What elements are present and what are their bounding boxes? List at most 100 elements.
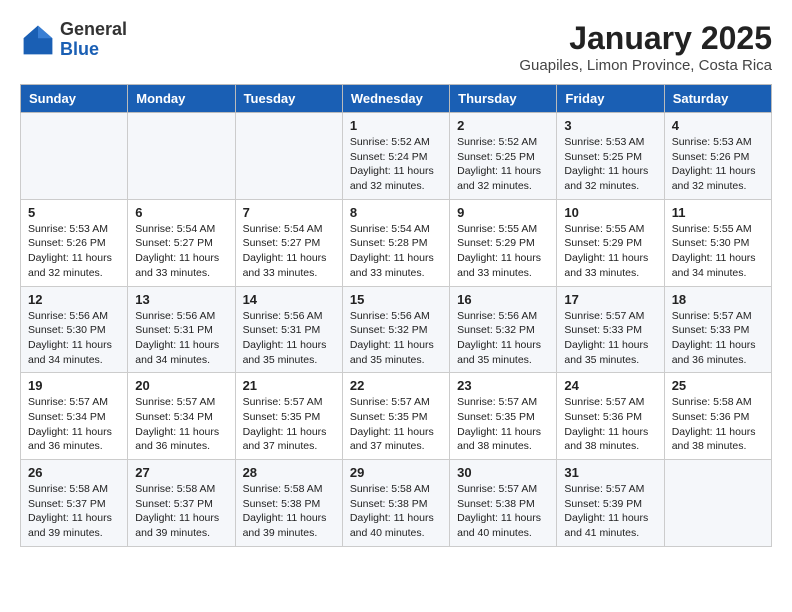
calendar-cell: 4 Sunrise: 5:53 AMSunset: 5:26 PMDaylight… <box>664 113 771 200</box>
title-block: January 2025 Guapiles, Limon Province, C… <box>519 20 772 74</box>
day-info: Sunrise: 5:57 AMSunset: 5:35 PMDaylight:… <box>350 395 442 454</box>
day-info: Sunrise: 5:57 AMSunset: 5:35 PMDaylight:… <box>243 395 335 454</box>
day-number: 1 <box>350 118 442 133</box>
weekday-header-friday: Friday <box>557 85 664 113</box>
logo: General Blue <box>20 20 127 60</box>
day-number: 6 <box>135 205 227 220</box>
calendar-cell: 18 Sunrise: 5:57 AMSunset: 5:33 PMDayligh… <box>664 286 771 373</box>
day-info: Sunrise: 5:58 AMSunset: 5:36 PMDaylight:… <box>672 395 764 454</box>
day-number: 10 <box>564 205 656 220</box>
logo-blue: Blue <box>60 39 99 59</box>
logo-general: General <box>60 19 127 39</box>
day-number: 2 <box>457 118 549 133</box>
location-subtitle: Guapiles, Limon Province, Costa Rica <box>519 57 772 74</box>
calendar-cell: 19Sunrise: 5:57 AMSunset: 5:34 PMDayligh… <box>21 373 128 460</box>
day-number: 8 <box>350 205 442 220</box>
day-info: Sunrise: 5:56 AMSunset: 5:31 PMDaylight:… <box>243 309 335 368</box>
day-number: 21 <box>243 378 335 393</box>
logo-icon <box>20 22 56 58</box>
day-info: Sunrise: 5:58 AMSunset: 5:37 PMDaylight:… <box>28 482 120 541</box>
day-info: Sunrise: 5:55 AMSunset: 5:29 PMDaylight:… <box>564 222 656 281</box>
weekday-header-monday: Monday <box>128 85 235 113</box>
day-info: Sunrise: 5:57 AMSunset: 5:34 PMDaylight:… <box>135 395 227 454</box>
day-number: 11 <box>672 205 764 220</box>
calendar-cell: 29Sunrise: 5:58 AMSunset: 5:38 PMDayligh… <box>342 460 449 547</box>
calendar-cell: 16Sunrise: 5:56 AMSunset: 5:32 PMDayligh… <box>450 286 557 373</box>
calendar-cell: 11 Sunrise: 5:55 AMSunset: 5:30 PMDayligh… <box>664 199 771 286</box>
calendar-cell: 5 Sunrise: 5:53 AMSunset: 5:26 PMDaylight… <box>21 199 128 286</box>
day-number: 16 <box>457 292 549 307</box>
day-info: Sunrise: 5:54 AMSunset: 5:28 PMDaylight:… <box>350 222 442 281</box>
day-number: 31 <box>564 465 656 480</box>
calendar-cell: 7 Sunrise: 5:54 AMSunset: 5:27 PMDaylight… <box>235 199 342 286</box>
day-number: 15 <box>350 292 442 307</box>
calendar-cell: 28 Sunrise: 5:58 AMSunset: 5:38 PMDayligh… <box>235 460 342 547</box>
day-number: 30 <box>457 465 549 480</box>
calendar-cell: 23 Sunrise: 5:57 AMSunset: 5:35 PMDayligh… <box>450 373 557 460</box>
day-number: 13 <box>135 292 227 307</box>
day-number: 5 <box>28 205 120 220</box>
weekday-header-thursday: Thursday <box>450 85 557 113</box>
month-year-title: January 2025 <box>519 20 772 57</box>
calendar-cell: 22 Sunrise: 5:57 AMSunset: 5:35 PMDayligh… <box>342 373 449 460</box>
day-number: 12 <box>28 292 120 307</box>
day-info: Sunrise: 5:57 AMSunset: 5:39 PMDaylight:… <box>564 482 656 541</box>
day-number: 18 <box>672 292 764 307</box>
day-info: Sunrise: 5:57 AMSunset: 5:36 PMDaylight:… <box>564 395 656 454</box>
calendar-cell: 6Sunrise: 5:54 AMSunset: 5:27 PMDaylight… <box>128 199 235 286</box>
day-number: 28 <box>243 465 335 480</box>
day-info: Sunrise: 5:57 AMSunset: 5:38 PMDaylight:… <box>457 482 549 541</box>
day-info: Sunrise: 5:56 AMSunset: 5:30 PMDaylight:… <box>28 309 120 368</box>
calendar-cell <box>128 113 235 200</box>
page-header: General Blue January 2025 Guapiles, Limo… <box>20 20 772 74</box>
calendar-cell: 1 Sunrise: 5:52 AMSunset: 5:24 PMDaylight… <box>342 113 449 200</box>
day-number: 23 <box>457 378 549 393</box>
calendar-cell: 17Sunrise: 5:57 AMSunset: 5:33 PMDayligh… <box>557 286 664 373</box>
calendar-table: SundayMondayTuesdayWednesdayThursdayFrid… <box>20 84 772 547</box>
day-info: Sunrise: 5:58 AMSunset: 5:37 PMDaylight:… <box>135 482 227 541</box>
day-info: Sunrise: 5:56 AMSunset: 5:31 PMDaylight:… <box>135 309 227 368</box>
weekday-header-row: SundayMondayTuesdayWednesdayThursdayFrid… <box>21 85 772 113</box>
day-info: Sunrise: 5:52 AMSunset: 5:24 PMDaylight:… <box>350 135 442 194</box>
day-number: 14 <box>243 292 335 307</box>
calendar-week-row-3: 12 Sunrise: 5:56 AMSunset: 5:30 PMDayligh… <box>21 286 772 373</box>
day-info: Sunrise: 5:55 AMSunset: 5:30 PMDaylight:… <box>672 222 764 281</box>
weekday-header-saturday: Saturday <box>664 85 771 113</box>
day-number: 19 <box>28 378 120 393</box>
day-info: Sunrise: 5:58 AMSunset: 5:38 PMDaylight:… <box>350 482 442 541</box>
day-info: Sunrise: 5:57 AMSunset: 5:33 PMDaylight:… <box>672 309 764 368</box>
calendar-cell: 30 Sunrise: 5:57 AMSunset: 5:38 PMDayligh… <box>450 460 557 547</box>
day-number: 20 <box>135 378 227 393</box>
day-number: 4 <box>672 118 764 133</box>
calendar-cell: 9 Sunrise: 5:55 AMSunset: 5:29 PMDaylight… <box>450 199 557 286</box>
logo-text: General Blue <box>60 20 127 60</box>
calendar-cell: 2 Sunrise: 5:52 AMSunset: 5:25 PMDaylight… <box>450 113 557 200</box>
day-info: Sunrise: 5:58 AMSunset: 5:38 PMDaylight:… <box>243 482 335 541</box>
day-info: Sunrise: 5:55 AMSunset: 5:29 PMDaylight:… <box>457 222 549 281</box>
day-number: 24 <box>564 378 656 393</box>
day-info: Sunrise: 5:53 AMSunset: 5:26 PMDaylight:… <box>28 222 120 281</box>
day-number: 22 <box>350 378 442 393</box>
calendar-cell: 31 Sunrise: 5:57 AMSunset: 5:39 PMDayligh… <box>557 460 664 547</box>
calendar-week-row-1: 1 Sunrise: 5:52 AMSunset: 5:24 PMDaylight… <box>21 113 772 200</box>
calendar-cell: 15 Sunrise: 5:56 AMSunset: 5:32 PMDayligh… <box>342 286 449 373</box>
calendar-cell: 3Sunrise: 5:53 AMSunset: 5:25 PMDaylight… <box>557 113 664 200</box>
weekday-header-wednesday: Wednesday <box>342 85 449 113</box>
day-number: 26 <box>28 465 120 480</box>
day-info: Sunrise: 5:53 AMSunset: 5:26 PMDaylight:… <box>672 135 764 194</box>
calendar-cell <box>664 460 771 547</box>
calendar-cell: 24 Sunrise: 5:57 AMSunset: 5:36 PMDayligh… <box>557 373 664 460</box>
calendar-cell: 21 Sunrise: 5:57 AMSunset: 5:35 PMDayligh… <box>235 373 342 460</box>
day-number: 7 <box>243 205 335 220</box>
calendar-cell: 26 Sunrise: 5:58 AMSunset: 5:37 PMDayligh… <box>21 460 128 547</box>
day-info: Sunrise: 5:56 AMSunset: 5:32 PMDaylight:… <box>350 309 442 368</box>
day-info: Sunrise: 5:54 AMSunset: 5:27 PMDaylight:… <box>243 222 335 281</box>
calendar-cell: 20 Sunrise: 5:57 AMSunset: 5:34 PMDayligh… <box>128 373 235 460</box>
calendar-week-row-4: 19 Sunrise: 5:57 AMSunset: 5:34 PMDayligh… <box>21 373 772 460</box>
calendar-week-row-2: 5 Sunrise: 5:53 AMSunset: 5:26 PMDaylight… <box>21 199 772 286</box>
day-info: Sunrise: 5:57 AMSunset: 5:35 PMDaylight:… <box>457 395 549 454</box>
day-info: Sunrise: 5:52 AMSunset: 5:25 PMDaylight:… <box>457 135 549 194</box>
calendar-cell: 8 Sunrise: 5:54 AMSunset: 5:28 PMDaylight… <box>342 199 449 286</box>
calendar-cell: 10 Sunrise: 5:55 AMSunset: 5:29 PMDayligh… <box>557 199 664 286</box>
day-number: 9 <box>457 205 549 220</box>
